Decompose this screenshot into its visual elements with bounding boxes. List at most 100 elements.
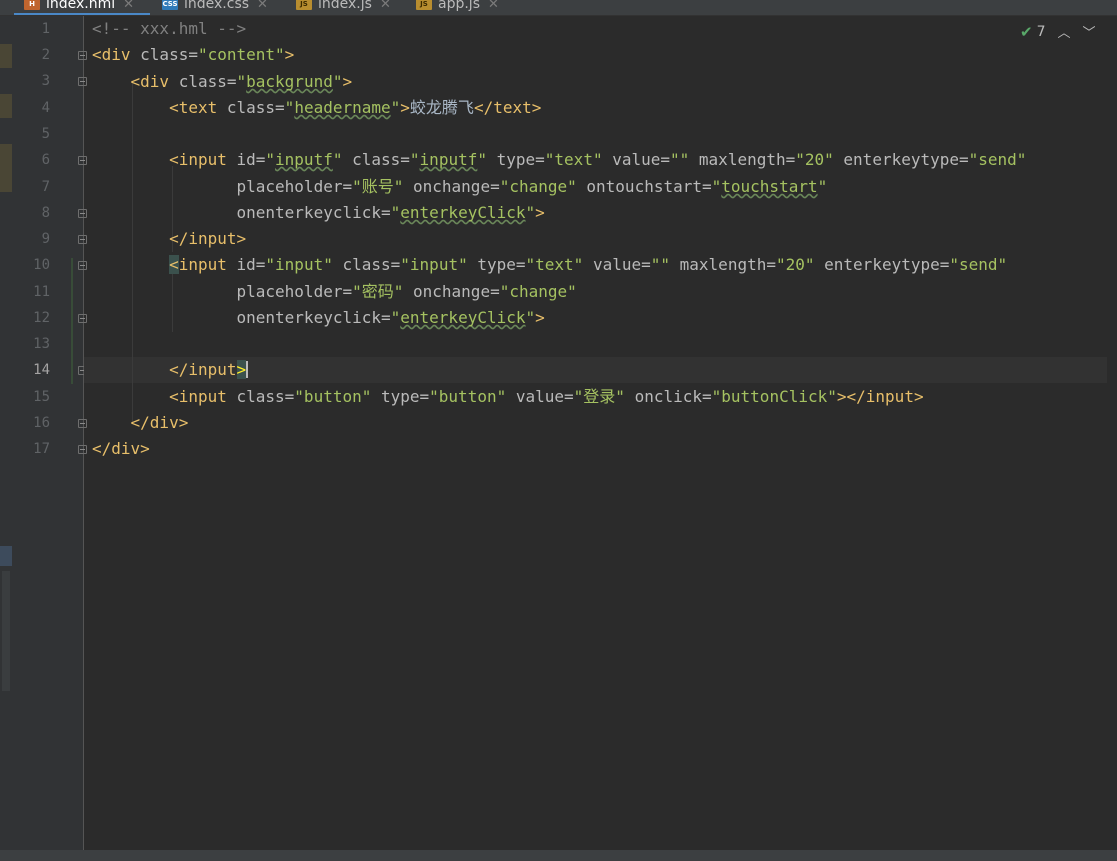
string: "text" bbox=[525, 255, 584, 274]
string: "" bbox=[650, 255, 671, 274]
attr: class= bbox=[169, 72, 237, 91]
string: "button" bbox=[429, 387, 507, 406]
attr: class= bbox=[332, 255, 401, 274]
string: "change" bbox=[499, 177, 577, 196]
close-icon[interactable]: ✕ bbox=[488, 0, 499, 12]
tab-label: index.hml bbox=[46, 0, 116, 12]
tag: <div bbox=[130, 72, 170, 91]
tag: <input bbox=[169, 387, 227, 406]
attr: placeholder= bbox=[236, 282, 353, 301]
tab-app-js[interactable]: JS app.js ✕ bbox=[416, 0, 499, 15]
editor-tab-bar: H index.hml ✕ CSS index.css ✕ JS index.j… bbox=[0, 0, 1117, 16]
string: " bbox=[390, 308, 401, 327]
attr: value= bbox=[602, 150, 671, 169]
close-icon[interactable]: ✕ bbox=[257, 0, 268, 12]
tag: > bbox=[178, 413, 189, 432]
string: "send" bbox=[968, 150, 1027, 169]
attr: onenterkeyclick= bbox=[236, 203, 391, 222]
string: "buttonClick" bbox=[711, 387, 837, 406]
string: "content" bbox=[197, 45, 285, 64]
attr: id= bbox=[226, 150, 266, 169]
line-number: 2 bbox=[41, 47, 50, 63]
tag: </input bbox=[169, 360, 237, 379]
text-caret bbox=[246, 361, 249, 378]
tag: </text bbox=[473, 98, 532, 117]
attr: placeholder= bbox=[236, 177, 353, 196]
string: " bbox=[284, 98, 295, 117]
string: "input" bbox=[265, 255, 333, 274]
attr: enterkeytype= bbox=[833, 150, 969, 169]
tag: > bbox=[531, 98, 542, 117]
attr: maxlength= bbox=[670, 255, 776, 274]
attr: onenterkeyclick= bbox=[236, 308, 391, 327]
attr: value= bbox=[583, 255, 651, 274]
string: " bbox=[236, 72, 247, 91]
string: headername bbox=[294, 98, 391, 117]
code-line-12: onenterkeyclick="enterkeyClick"> bbox=[92, 309, 545, 327]
line-number: 11 bbox=[33, 284, 50, 300]
line-number-gutter: 1 2 3 4 5 6 7 8 9 10 11 12 13 14 15 16 1… bbox=[12, 16, 87, 861]
code-line-8: onenterkeyclick="enterkeyClick"> bbox=[92, 204, 545, 222]
chevron-up-icon[interactable]: ︿ bbox=[1058, 22, 1071, 41]
line-number: 12 bbox=[33, 310, 50, 326]
code-line-11: placeholder="密码" onchange="change" bbox=[92, 283, 577, 301]
string: inputf bbox=[419, 150, 478, 169]
tab-label: index.js bbox=[318, 0, 372, 12]
attr: onclick= bbox=[624, 387, 712, 406]
vertical-scrollbar[interactable] bbox=[1107, 16, 1117, 861]
tag: > bbox=[400, 98, 410, 117]
string: inputf bbox=[275, 150, 333, 169]
text-content: 蛟龙腾飞 bbox=[409, 98, 474, 117]
inspection-count: 7 bbox=[1036, 23, 1046, 40]
line-number: 4 bbox=[41, 100, 50, 116]
matched-bracket: < bbox=[169, 255, 179, 274]
line-number: 3 bbox=[41, 73, 50, 89]
tab-label: app.js bbox=[438, 0, 480, 12]
attr: class= bbox=[342, 150, 410, 169]
inspection-widget[interactable]: ✔ 7 ︿ ﹀ bbox=[1020, 22, 1096, 42]
close-icon[interactable]: ✕ bbox=[380, 0, 391, 12]
attr: class= bbox=[226, 387, 295, 406]
tag: </div bbox=[92, 439, 141, 458]
current-line-number: 14 bbox=[33, 362, 50, 378]
left-marker-strip bbox=[0, 16, 12, 861]
string: touchstart bbox=[721, 177, 818, 196]
tag: > bbox=[140, 439, 150, 458]
code-line-1: <!-- xxx.hml --> bbox=[92, 20, 246, 38]
comment: <!-- xxx.hml --> bbox=[92, 19, 247, 38]
attr: value= bbox=[506, 387, 574, 406]
close-icon[interactable]: ✕ bbox=[123, 0, 134, 12]
tag: > bbox=[535, 308, 545, 327]
attr: type= bbox=[467, 255, 526, 274]
string: "button" bbox=[294, 387, 372, 406]
string: "send" bbox=[949, 255, 1008, 274]
bottom-status-bar bbox=[0, 850, 1117, 861]
code-line-6: <input id="inputf" class="inputf" type="… bbox=[92, 151, 1026, 169]
tag: > bbox=[236, 229, 247, 248]
tag: > bbox=[836, 387, 847, 406]
tab-index-css[interactable]: CSS index.css ✕ bbox=[162, 0, 268, 15]
code-line-7: placeholder="账号" onchange="change" ontou… bbox=[92, 177, 828, 196]
matched-bracket: > bbox=[236, 360, 247, 379]
code-line-10: <input id="input" class="input" type="te… bbox=[92, 255, 1008, 274]
attr: type= bbox=[486, 150, 545, 169]
scrollbar-thumb[interactable] bbox=[2, 571, 10, 691]
code-line-4: <text class="headername">蛟龙腾飞</text> bbox=[92, 99, 541, 117]
code-line-14: </input> bbox=[92, 360, 249, 379]
tag: input bbox=[178, 255, 227, 274]
line-number: 7 bbox=[41, 179, 50, 195]
line-number: 13 bbox=[33, 336, 50, 352]
code-editor[interactable]: <!-- xxx.hml --> <div class= "content" > <… bbox=[84, 16, 1117, 861]
tag: > bbox=[342, 72, 353, 91]
tab-index-js[interactable]: JS index.js ✕ bbox=[296, 0, 391, 15]
chevron-down-icon[interactable]: ﹀ bbox=[1083, 22, 1096, 41]
string: " bbox=[525, 308, 536, 327]
line-number: 15 bbox=[33, 389, 50, 405]
string: " bbox=[390, 203, 401, 222]
string: "" bbox=[670, 150, 690, 169]
attr: onchange= bbox=[403, 177, 500, 196]
change-marker bbox=[0, 144, 12, 192]
string: "20" bbox=[795, 150, 834, 169]
tag: </div bbox=[130, 413, 179, 432]
string: enterkeyClick bbox=[400, 308, 526, 327]
